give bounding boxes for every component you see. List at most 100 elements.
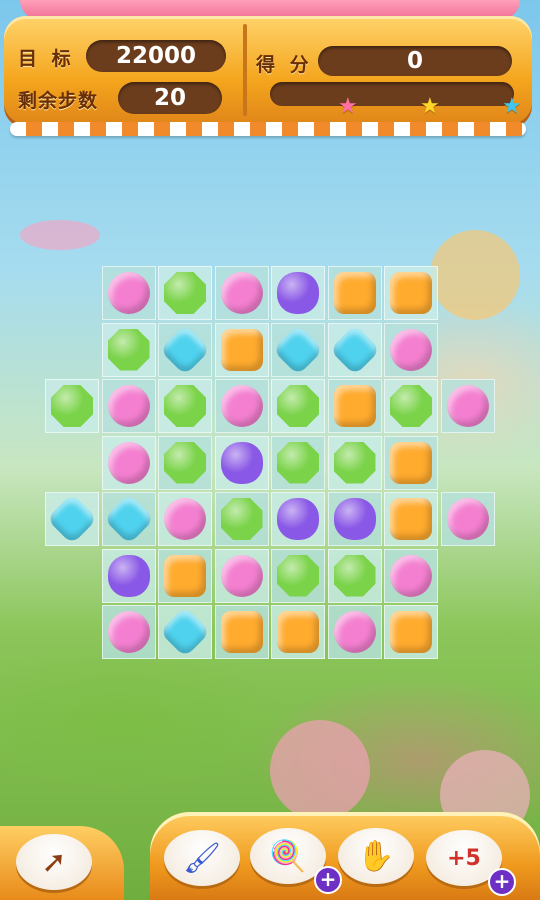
green-candy[interactable]: [51, 385, 93, 427]
board-cell[interactable]: [440, 492, 495, 546]
board-cell[interactable]: [101, 605, 156, 659]
pink-candy[interactable]: [107, 611, 150, 653]
green-candy[interactable]: [277, 441, 319, 484]
green-candy[interactable]: [277, 554, 319, 597]
board-cell[interactable]: [45, 492, 99, 546]
board-cell[interactable]: [158, 492, 212, 546]
lollipop-add-icon[interactable]: +: [314, 866, 342, 894]
board-cell[interactable]: [327, 266, 382, 320]
green-candy[interactable]: [220, 498, 263, 540]
board-cell[interactable]: [158, 435, 212, 490]
board-cell[interactable]: [271, 435, 325, 490]
board-cell[interactable]: [45, 379, 99, 433]
board-cell[interactable]: [158, 605, 212, 659]
hand-booster[interactable]: ✋: [338, 828, 414, 884]
pink-candy[interactable]: [107, 272, 150, 314]
board-cell[interactable]: [214, 605, 269, 659]
board-cell[interactable]: [214, 266, 269, 320]
board-cell[interactable]: [384, 322, 438, 377]
board-cell[interactable]: [271, 322, 325, 377]
board-cell[interactable]: [327, 435, 382, 490]
blue-candy[interactable]: [46, 493, 98, 545]
board-cell[interactable]: [384, 605, 438, 659]
board-cell[interactable]: [384, 435, 438, 490]
orange-candy[interactable]: [390, 272, 432, 314]
orange-candy[interactable]: [333, 272, 376, 314]
plus-five-add-icon[interactable]: +: [488, 868, 516, 896]
orange-candy[interactable]: [220, 328, 263, 371]
blue-candy[interactable]: [328, 323, 381, 376]
pink-candy[interactable]: [220, 272, 263, 314]
board-cell[interactable]: [271, 605, 325, 659]
board-cell[interactable]: [158, 548, 212, 603]
pink-candy[interactable]: [446, 385, 489, 427]
board-cell[interactable]: [384, 492, 438, 546]
green-candy[interactable]: [390, 385, 432, 427]
green-candy[interactable]: [333, 554, 376, 597]
board-cell[interactable]: [101, 322, 156, 377]
blue-candy[interactable]: [102, 493, 155, 545]
paintbrush-booster[interactable]: 🖌: [164, 830, 240, 886]
orange-candy[interactable]: [390, 441, 432, 484]
orange-candy[interactable]: [333, 385, 376, 427]
pink-candy[interactable]: [107, 385, 150, 427]
pink-candy[interactable]: [220, 554, 263, 597]
board-cell[interactable]: [101, 266, 156, 320]
green-candy[interactable]: [107, 328, 150, 371]
pink-candy[interactable]: [446, 498, 489, 540]
pink-candy[interactable]: [107, 441, 150, 484]
orange-candy[interactable]: [164, 554, 206, 597]
board-cell[interactable]: [384, 548, 438, 603]
board-cell[interactable]: [327, 379, 382, 433]
orange-candy[interactable]: [390, 498, 432, 540]
pink-candy[interactable]: [390, 554, 432, 597]
board-cell[interactable]: [214, 379, 269, 433]
green-candy[interactable]: [164, 385, 206, 427]
purple-candy[interactable]: [333, 498, 376, 540]
moves-value: 20: [118, 82, 222, 114]
board-cell[interactable]: [214, 492, 269, 546]
lollipop-icon: 🍭: [269, 838, 307, 874]
green-candy[interactable]: [277, 385, 319, 427]
board-cell[interactable]: [384, 379, 438, 433]
green-candy[interactable]: [164, 272, 206, 314]
board-cell[interactable]: [440, 379, 495, 433]
orange-candy[interactable]: [220, 611, 263, 653]
board-cell[interactable]: [214, 548, 269, 603]
back-arrow-button[interactable]: ➚: [16, 834, 92, 890]
board-cell[interactable]: [327, 548, 382, 603]
board-cell[interactable]: [158, 322, 212, 377]
board-cell[interactable]: [101, 492, 156, 546]
board-cell[interactable]: [271, 548, 325, 603]
blue-candy[interactable]: [159, 606, 211, 658]
board-cell[interactable]: [214, 435, 269, 490]
pink-candy[interactable]: [164, 498, 206, 540]
board-cell[interactable]: [101, 379, 156, 433]
board-cell[interactable]: [101, 548, 156, 603]
board-cell[interactable]: [327, 605, 382, 659]
green-candy[interactable]: [333, 441, 376, 484]
board-cell[interactable]: [271, 266, 325, 320]
board-cell[interactable]: [158, 379, 212, 433]
pink-candy[interactable]: [220, 385, 263, 427]
target-label: 目 标: [18, 48, 75, 70]
board-cell[interactable]: [271, 492, 325, 546]
blue-candy[interactable]: [159, 323, 211, 376]
board-cell[interactable]: [101, 435, 156, 490]
board-cell[interactable]: [327, 492, 382, 546]
purple-candy[interactable]: [277, 498, 319, 540]
orange-candy[interactable]: [390, 611, 432, 653]
board-cell[interactable]: [327, 322, 382, 377]
green-candy[interactable]: [164, 441, 206, 484]
purple-candy[interactable]: [107, 554, 150, 597]
pink-candy[interactable]: [333, 611, 376, 653]
board-cell[interactable]: [271, 379, 325, 433]
board-cell[interactable]: [158, 266, 212, 320]
board-cell[interactable]: [214, 322, 269, 377]
pink-candy[interactable]: [390, 328, 432, 371]
purple-candy[interactable]: [220, 441, 263, 484]
orange-candy[interactable]: [277, 611, 319, 653]
board-cell[interactable]: [384, 266, 438, 320]
purple-candy[interactable]: [277, 272, 319, 314]
blue-candy[interactable]: [272, 323, 324, 376]
